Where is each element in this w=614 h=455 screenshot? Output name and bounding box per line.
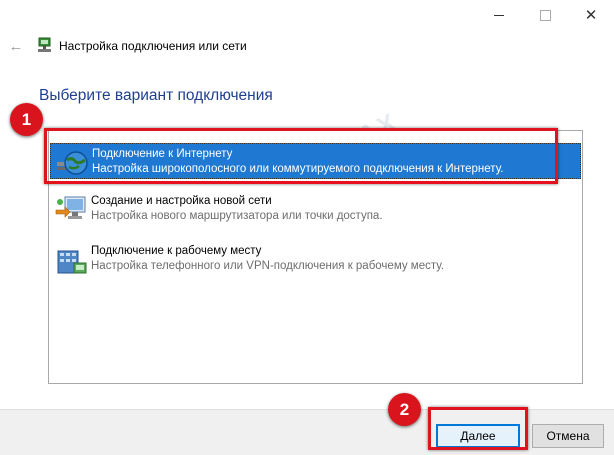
network-setup-icon: [38, 37, 51, 52]
step-badge-2: 2: [388, 393, 421, 426]
maximize-icon: [539, 9, 551, 21]
option-title: Подключение к рабочему месту: [91, 245, 262, 257]
highlight-frame-option: [44, 128, 558, 184]
close-button[interactable]: ✕: [568, 0, 614, 30]
highlight-frame-next: [428, 407, 528, 450]
page-heading: Выберите вариант подключения: [39, 87, 273, 104]
cancel-button[interactable]: Отмена: [532, 424, 604, 448]
minimize-button[interactable]: [476, 0, 522, 30]
option-description: Настройка телефонного или VPN-подключени…: [91, 260, 445, 272]
option-workplace[interactable]: Подключение к рабочему месту Настройка т…: [50, 241, 581, 285]
back-button[interactable]: ←: [6, 36, 26, 56]
option-title: Создание и настройка новой сети: [91, 195, 272, 207]
workplace-network-icon: [57, 250, 87, 274]
option-description: Настройка нового маршрутизатора или точк…: [91, 210, 383, 222]
back-arrow-icon: ←: [8, 37, 24, 55]
step-badge-1: 1: [10, 103, 43, 136]
option-new-network[interactable]: Создание и настройка новой сети Настройк…: [50, 191, 581, 235]
minimize-icon: [494, 14, 504, 16]
window-title: Настройка подключения или сети: [59, 39, 247, 53]
new-network-icon: [55, 196, 86, 219]
close-icon: ✕: [584, 6, 598, 24]
maximize-button[interactable]: [522, 0, 568, 30]
